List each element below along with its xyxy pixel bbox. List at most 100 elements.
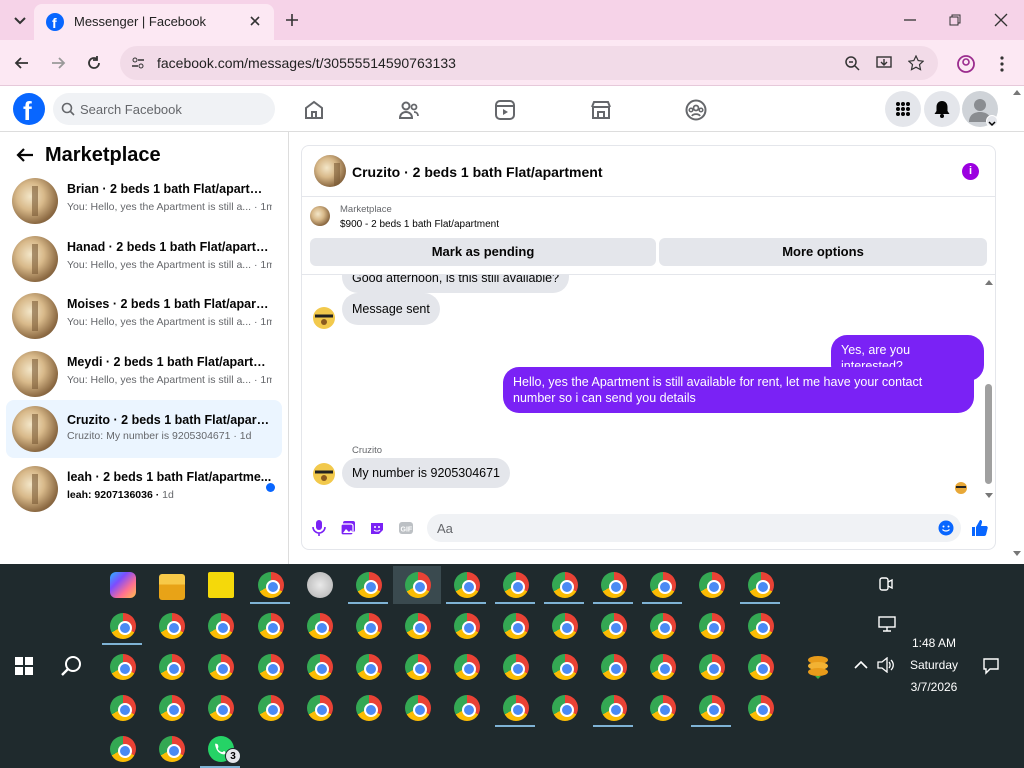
clock-time[interactable]: 1:48 AM — [898, 636, 970, 650]
search-icon[interactable] — [61, 655, 83, 677]
chrome-profile-icon[interactable] — [307, 695, 333, 721]
profile-icon[interactable] — [956, 54, 976, 74]
chrome-profile-icon[interactable] — [405, 695, 431, 721]
chrome-profile-icon[interactable] — [159, 695, 185, 721]
more-options-button[interactable]: More options — [659, 238, 987, 266]
chrome-profile-icon[interactable] — [748, 654, 774, 680]
browser-tab-messenger[interactable]: f Messenger | Facebook — [34, 4, 274, 40]
photo-icon[interactable] — [340, 520, 356, 536]
sticky-notes-icon[interactable] — [208, 572, 234, 598]
conversation-item-leah[interactable]: leah · 2 beds 1 bath Flat/apartme... lea… — [6, 462, 282, 518]
windows-start-icon[interactable] — [15, 657, 33, 675]
chrome-profile-icon[interactable] — [503, 613, 529, 639]
microphone-icon[interactable] — [312, 519, 326, 537]
chrome-profile-icon[interactable] — [356, 695, 382, 721]
chrome-profile-icon[interactable] — [454, 613, 480, 639]
chrome-profile-icon[interactable] — [699, 613, 725, 639]
chrome-profile-icon[interactable] — [208, 613, 234, 639]
chrome-profile-icon[interactable] — [503, 695, 529, 721]
home-icon[interactable] — [302, 98, 326, 122]
chrome-profile-icon[interactable] — [307, 613, 333, 639]
chrome-profile-icon[interactable] — [748, 572, 774, 598]
search-input[interactable]: Search Facebook — [80, 102, 182, 117]
chrome-profile-icon[interactable] — [650, 613, 676, 639]
mark-as-pending-button[interactable]: Mark as pending — [310, 238, 656, 266]
forward-arrow-icon[interactable] — [49, 54, 67, 72]
chrome-profile-icon[interactable] — [552, 613, 578, 639]
browser-menu-icon[interactable] — [994, 54, 1010, 74]
volume-icon[interactable] — [877, 657, 895, 673]
chrome-profile-icon[interactable] — [650, 654, 676, 680]
conversation-item-moises[interactable]: Moises · 2 beds 1 bath Flat/apartm... Yo… — [6, 289, 282, 345]
bookmark-star-icon[interactable] — [908, 55, 924, 71]
page-scroll-down-icon[interactable] — [1012, 550, 1022, 558]
chrome-profile-icon[interactable] — [503, 654, 529, 680]
file-explorer-icon[interactable] — [159, 574, 185, 600]
chrome-profile-icon[interactable] — [454, 654, 480, 680]
chrome-profile-icon[interactable] — [208, 654, 234, 680]
tab-search-button[interactable] — [8, 8, 32, 32]
chrome-profile-icon[interactable] — [110, 695, 136, 721]
search-box[interactable]: Search Facebook — [53, 93, 275, 125]
copilot-icon[interactable] — [110, 572, 136, 598]
chrome-profile-icon[interactable] — [258, 572, 284, 598]
chrome-profile-icon[interactable] — [208, 695, 234, 721]
chrome-profile-icon[interactable] — [699, 654, 725, 680]
listing-detail[interactable]: $900 - 2 beds 1 bath Flat/apartment — [340, 219, 499, 230]
chrome-profile-icon[interactable] — [552, 654, 578, 680]
chrome-profile-icon[interactable] — [454, 695, 480, 721]
groups-icon[interactable] — [684, 98, 708, 122]
conversation-item-cruzito[interactable]: Cruzito · 2 beds 1 bath Flat/apartm... C… — [6, 400, 282, 458]
emoji-icon[interactable] — [938, 520, 954, 536]
video-icon[interactable] — [493, 98, 517, 122]
chrome-profile-icon[interactable] — [356, 613, 382, 639]
gif-icon[interactable]: GIF — [398, 520, 414, 536]
chrome-profile-icon[interactable] — [454, 572, 480, 598]
install-app-icon[interactable] — [876, 55, 892, 71]
chrome-profile-icon[interactable] — [159, 613, 185, 639]
page-scroll-up-icon[interactable] — [1012, 88, 1022, 96]
conversation-item-brian[interactable]: Brian · 2 beds 1 bath Flat/apartment You… — [6, 174, 282, 230]
chrome-profile-icon[interactable] — [748, 613, 774, 639]
chrome-profile-icon[interactable] — [699, 695, 725, 721]
chrome-profile-icon[interactable] — [601, 613, 627, 639]
close-window-icon[interactable] — [993, 12, 1009, 28]
notifications-button[interactable] — [924, 91, 960, 127]
show-hidden-icons-chevron-icon[interactable] — [854, 659, 868, 671]
chrome-profile-icon[interactable] — [748, 695, 774, 721]
notification-center-icon[interactable] — [982, 657, 1000, 675]
chrome-profile-icon[interactable] — [258, 654, 284, 680]
message-scrollbar[interactable] — [984, 278, 994, 500]
chrome-profile-icon[interactable] — [650, 695, 676, 721]
chat-title[interactable]: Cruzito · 2 beds 1 bath Flat/apartment — [352, 164, 602, 180]
clock-day[interactable]: Saturday — [898, 658, 970, 672]
chrome-profile-icon[interactable] — [110, 613, 136, 639]
chrome-profile-icon[interactable] — [110, 654, 136, 680]
new-tab-icon[interactable] — [284, 12, 300, 28]
zoom-icon[interactable] — [844, 55, 860, 71]
listing-thumbnail[interactable] — [314, 155, 346, 187]
marketplace-icon[interactable] — [589, 98, 613, 122]
scroll-up-icon[interactable] — [984, 278, 994, 286]
facebook-logo-icon[interactable]: f — [12, 92, 46, 126]
chrome-profile-icon[interactable] — [503, 572, 529, 598]
scroll-down-icon[interactable] — [984, 492, 994, 500]
chrome-profile-icon[interactable] — [601, 654, 627, 680]
friends-icon[interactable] — [397, 98, 421, 122]
restore-icon[interactable] — [947, 12, 963, 28]
chrome-profile-icon[interactable] — [601, 572, 627, 598]
chrome-profile-icon[interactable] — [356, 654, 382, 680]
chrome-profile-icon[interactable] — [601, 695, 627, 721]
meet-now-icon[interactable] — [878, 576, 894, 592]
chrome-profile-icon[interactable] — [405, 613, 431, 639]
tray-app-icon[interactable] — [805, 654, 831, 680]
chrome-profile-icon[interactable] — [159, 654, 185, 680]
chrome-profile-icon-active[interactable] — [405, 572, 431, 598]
like-thumb-icon[interactable] — [970, 518, 990, 538]
close-tab-icon[interactable] — [248, 14, 262, 28]
conversation-item-meydi[interactable]: Meydi · 2 beds 1 bath Flat/apartm... You… — [6, 347, 282, 403]
scrollbar-thumb[interactable] — [985, 384, 992, 484]
menu-grid-button[interactable] — [885, 91, 921, 127]
reload-icon[interactable] — [85, 54, 103, 72]
chrome-profile-icon[interactable] — [552, 695, 578, 721]
